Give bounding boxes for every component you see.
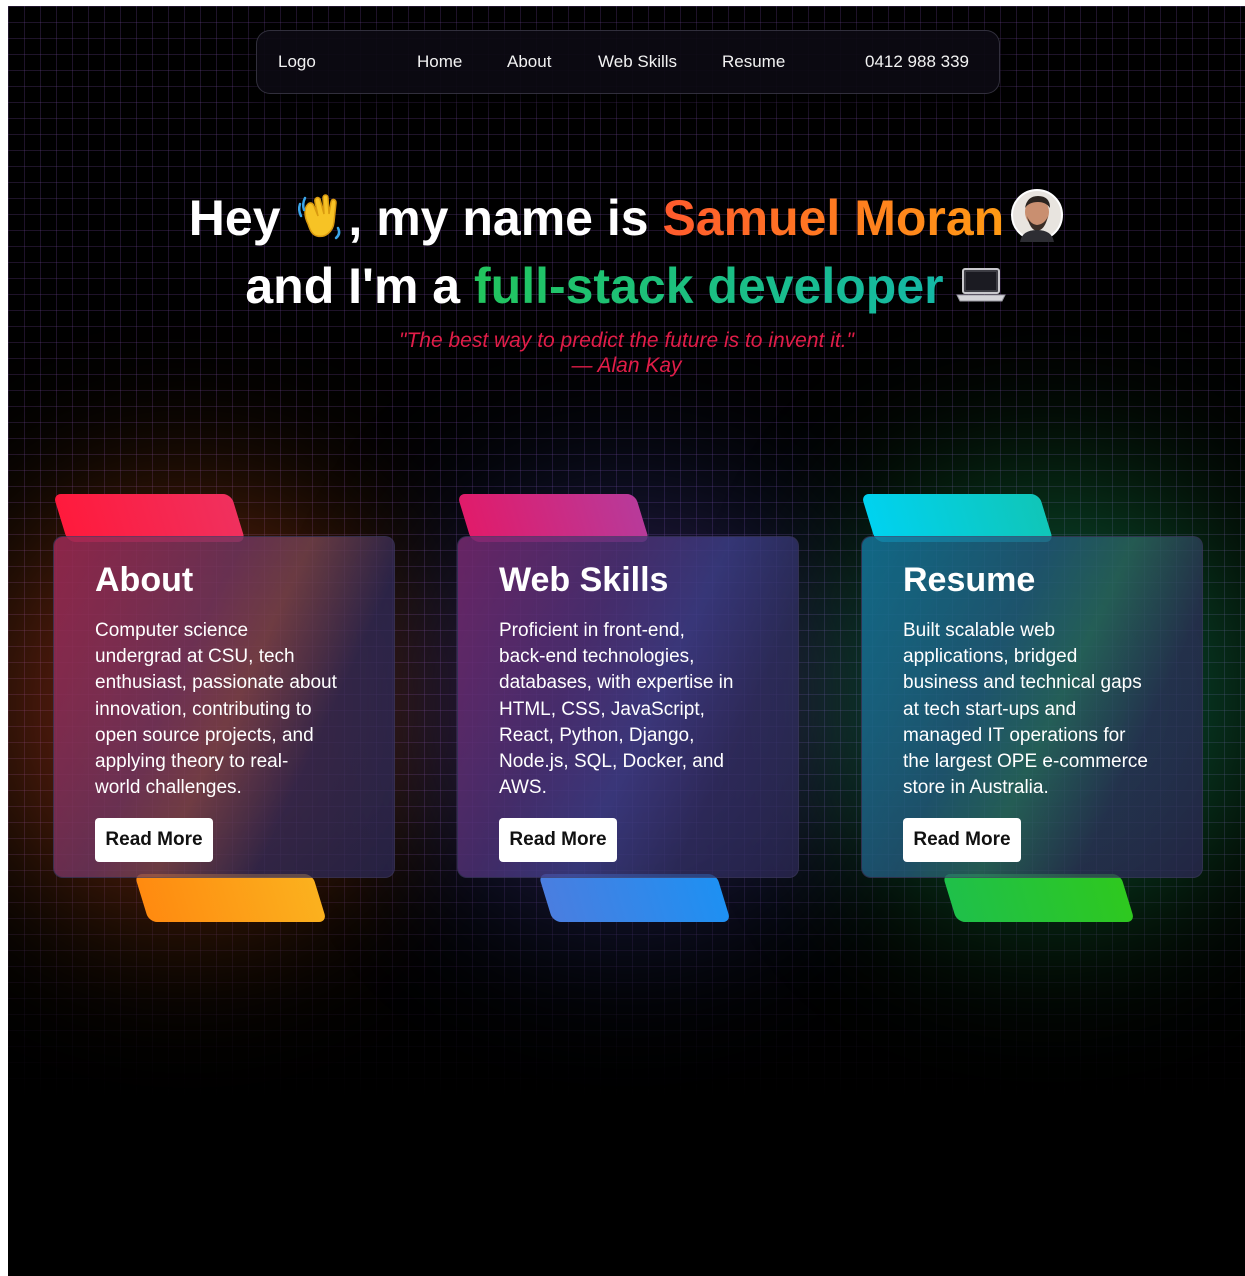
read-more-button[interactable]: Read More (903, 818, 1021, 862)
card-text-line: Computer science (95, 620, 249, 641)
card-accent-bottom (134, 874, 327, 922)
card-accent-top (457, 494, 650, 542)
card-resume: Resume Built scalable web applications, … (861, 494, 1203, 922)
card-text-line: managed IT operations for (903, 724, 1126, 746)
hero-greeting: Hey (188, 190, 295, 246)
nav-link-resume[interactable]: Resume (722, 51, 785, 73)
page-canvas: Logo Home About Web Skills Resume 0412 9… (8, 6, 1245, 1276)
card-text-line: back-end technologies, (499, 646, 695, 668)
card-text-line: open source projects, and (95, 724, 314, 746)
card-title: About (95, 561, 194, 599)
card-accent-bottom (538, 874, 731, 922)
card-accent-top (53, 494, 246, 542)
card-text-line: store in Australia. (903, 777, 1049, 799)
top-nav: Logo Home About Web Skills Resume 0412 9… (256, 30, 1000, 94)
hero-intro: , my name is (348, 190, 663, 246)
card-text-line: applications, bridged (903, 646, 1078, 668)
read-more-button[interactable]: Read More (95, 818, 213, 862)
waving-hand-icon (294, 188, 348, 255)
hero-heading-line2: and I'm a full-stack developer (8, 256, 1245, 320)
card-text-line: undergrad at CSU, tech (95, 646, 295, 668)
card-about: About Computer science undergrad at CSU,… (53, 494, 395, 922)
nav-link-web-skills[interactable]: Web Skills (598, 51, 677, 73)
hero-heading-line1: Hey , my name is Samuel Moran (8, 188, 1245, 255)
card-text-line: at tech start-ups and (903, 698, 1077, 720)
hero-role: full-stack developer (474, 258, 944, 314)
quote-author: — Alan Kay (571, 354, 682, 377)
card-accent-top (861, 494, 1054, 542)
card-description: Proficient in front-end, back-end techno… (499, 618, 767, 801)
card-title: Resume (903, 561, 1036, 599)
card-text-line: React, Python, Django, (499, 724, 695, 746)
card-text-line: innovation, contributing to (95, 698, 312, 720)
card-text-line: Proficient in front-end, (499, 620, 685, 641)
nav-link-about[interactable]: About (507, 51, 551, 73)
card-text-line: business and technical gaps (903, 672, 1142, 694)
laptop-icon (954, 260, 1008, 320)
card-text-line: applying theory to real- (95, 751, 289, 773)
card-title: Web Skills (499, 561, 669, 599)
card-description: Built scalable web applications, bridged… (903, 618, 1171, 801)
read-more-button[interactable]: Read More (499, 818, 617, 862)
card-description: Computer science undergrad at CSU, tech … (95, 618, 363, 801)
card-text-line: enthusiast, passionate about (95, 672, 337, 694)
card-text-line: Node.js, SQL, Docker, and (499, 751, 724, 773)
hero-name: Samuel Moran (662, 190, 1005, 246)
card-text-line: HTML, CSS, JavaScript, (499, 698, 705, 720)
nav-phone[interactable]: 0412 988 339 (865, 51, 969, 73)
card-text-line: Built scalable web (903, 620, 1056, 641)
card-accent-bottom (942, 874, 1135, 922)
hero-role-prefix: and I'm a (245, 258, 474, 314)
card-text-line: databases, with expertise in (499, 672, 734, 694)
nav-link-home[interactable]: Home (417, 51, 462, 73)
card-text-line: world challenges. (95, 777, 242, 799)
card-text-line: the largest OPE e-commerce (903, 751, 1148, 773)
quote-text: "The best way to predict the future is t… (399, 329, 854, 352)
profile-avatar (1010, 188, 1064, 255)
card-text-line: AWS. (499, 777, 547, 799)
card-web-skills: Web Skills Proficient in front-end, back… (457, 494, 799, 922)
nav-logo[interactable]: Logo (278, 51, 316, 73)
